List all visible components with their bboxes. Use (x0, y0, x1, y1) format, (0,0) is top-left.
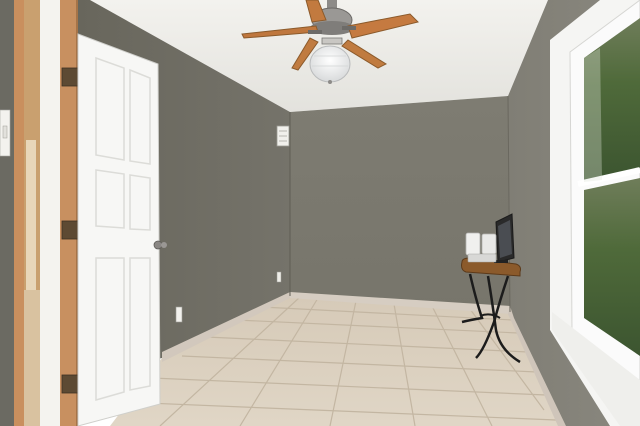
room-photo (0, 0, 640, 426)
door-frame-trim-outer (14, 0, 24, 426)
door-knob-icon (153, 240, 167, 250)
door-frame-trim-inner (60, 0, 78, 426)
back-wall (290, 96, 510, 312)
room-illustration (0, 0, 640, 426)
switch-icon (2, 125, 8, 139)
vent-icon (276, 125, 290, 147)
door-icon (77, 33, 161, 426)
hallway-wall (0, 0, 14, 426)
hallway-far-wall (26, 140, 36, 290)
door-jamb (40, 0, 62, 426)
hallway-floor (24, 290, 40, 426)
